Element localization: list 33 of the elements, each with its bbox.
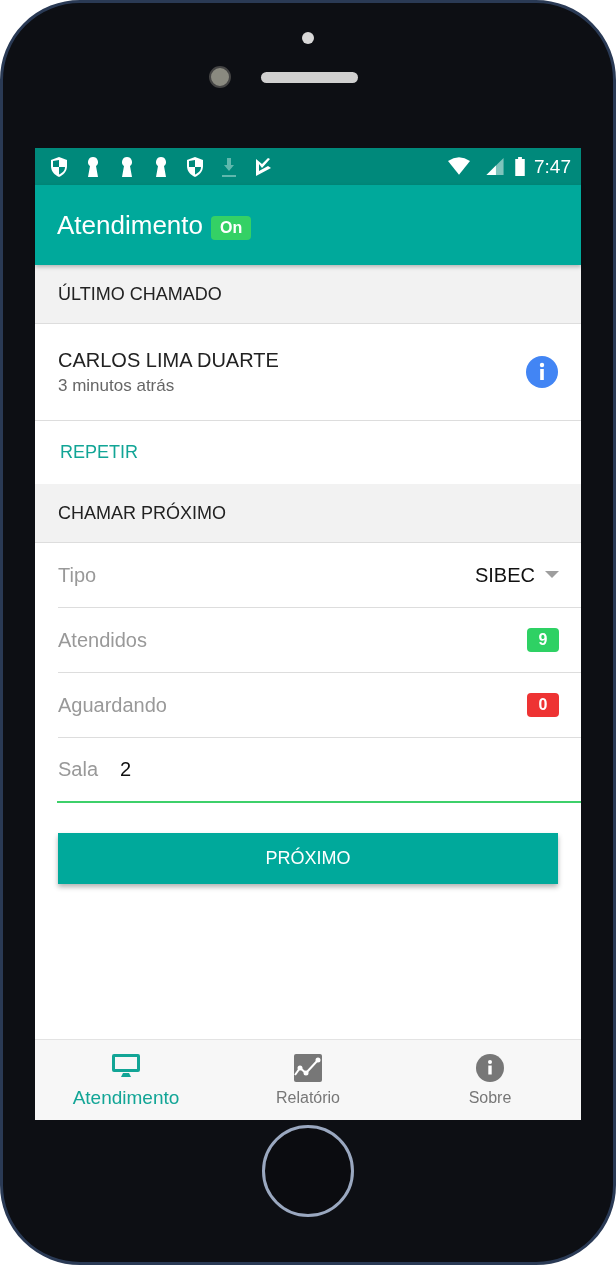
signal-icon <box>484 157 506 176</box>
type-dropdown[interactable]: SIBEC <box>474 563 559 587</box>
caller-name: CARLOS LIMA DUARTE <box>58 348 279 372</box>
app-title: Atendimento <box>57 209 203 241</box>
section-title: CHAMAR PRÓXIMO <box>58 502 226 524</box>
shield-icon <box>49 155 69 178</box>
nav-tab[interactable]: Relatório <box>228 1053 388 1107</box>
nav-tab[interactable]: Sobre <box>410 1053 570 1107</box>
count-badge: 9 <box>527 628 559 652</box>
info-icon[interactable] <box>526 356 558 388</box>
front-camera <box>208 66 231 88</box>
info-icon <box>475 1053 505 1083</box>
field-label: Sala <box>58 758 99 781</box>
section-title: ÚLTIMO CHAMADO <box>58 283 222 305</box>
caret-icon <box>545 571 559 579</box>
field-label: Tipo <box>58 563 97 587</box>
call-time: 3 minutos atrás <box>58 375 176 396</box>
nav-tab[interactable]: Atendimento <box>46 1051 206 1109</box>
field-label: Aguardando <box>58 693 167 717</box>
shield-icon <box>185 155 205 178</box>
download-icon <box>219 155 239 178</box>
camera-dot <box>302 32 314 44</box>
repeat-link[interactable]: REPETIR <box>60 442 138 463</box>
status-badge: On <box>211 216 252 240</box>
next-button[interactable]: PRÓXIMO <box>58 833 558 884</box>
wifi-icon <box>448 157 470 176</box>
clock-text: 7:47 <box>534 155 571 178</box>
room-field[interactable]: Sala 2 <box>57 738 581 803</box>
check-icon <box>253 155 273 178</box>
battery-icon <box>514 157 526 176</box>
chart-icon <box>293 1053 323 1083</box>
field-label: Atendidos <box>58 628 147 652</box>
count-badge: 0 <box>527 693 559 717</box>
